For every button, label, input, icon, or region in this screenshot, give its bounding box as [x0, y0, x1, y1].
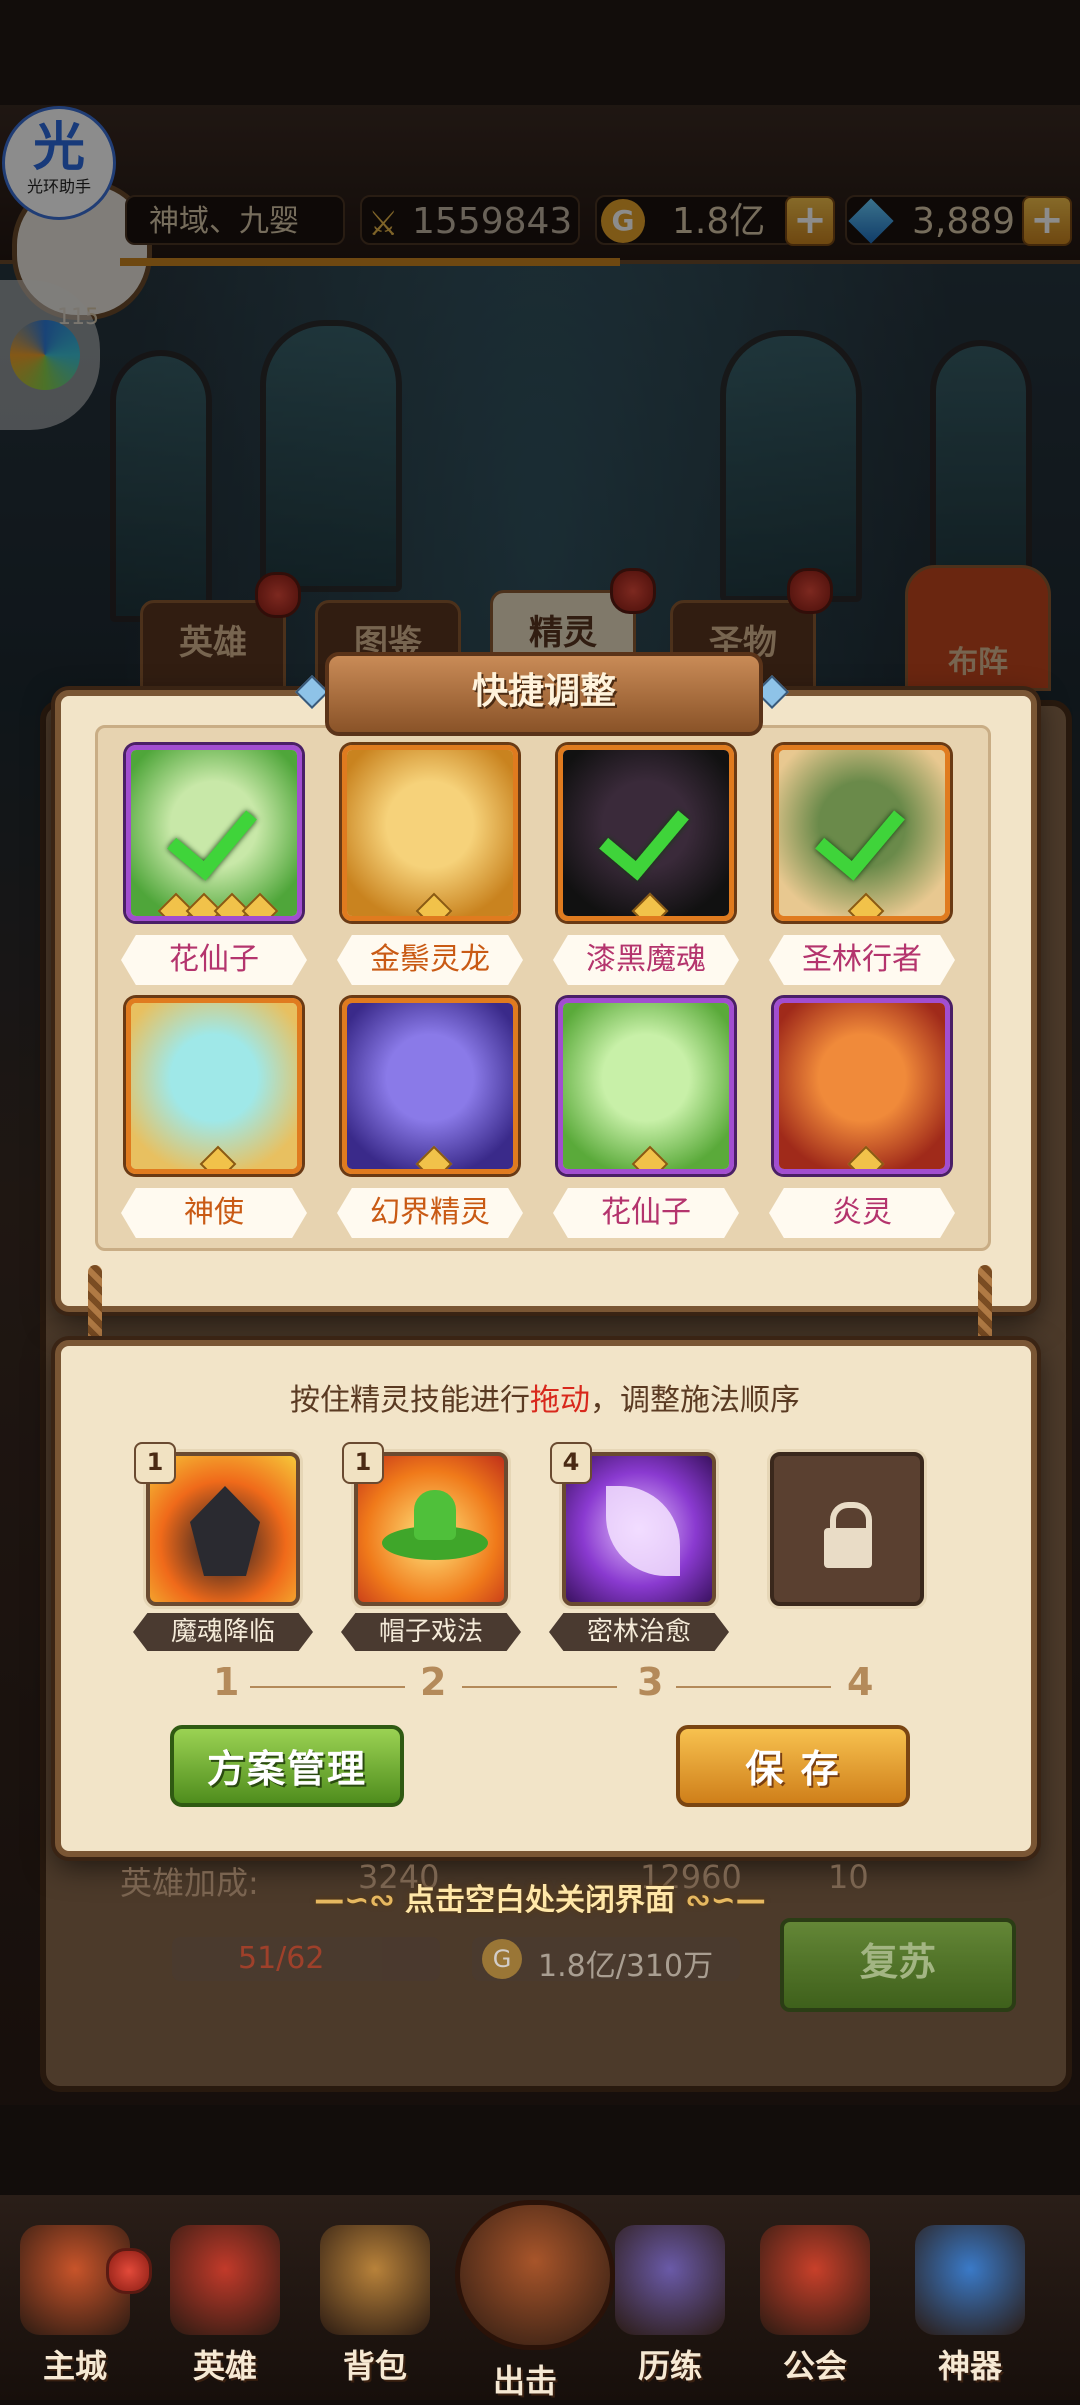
nav-artifact[interactable]: 神器	[900, 2225, 1040, 2405]
save-button[interactable]: 保 存	[676, 1725, 910, 1807]
skill-level-badge: 1	[342, 1442, 384, 1484]
revive-button[interactable]: 复苏	[780, 1918, 1016, 2012]
hero-name: 圣林行者	[769, 935, 955, 985]
hero-portrait[interactable]	[558, 998, 734, 1174]
hero-name: 花仙子	[121, 935, 307, 985]
locked-skill-slot[interactable]	[770, 1452, 924, 1606]
nav-heroes[interactable]: 英雄	[155, 2225, 295, 2405]
hero-portrait[interactable]	[774, 998, 950, 1174]
skill-level-badge: 4	[550, 1442, 592, 1484]
leaf-icon	[606, 1486, 680, 1576]
stamina-bar: 51/62	[172, 1937, 440, 1981]
nav-label: 出击	[492, 2362, 557, 2400]
hero-portrait-art	[563, 1003, 729, 1169]
nav-label: 历练	[637, 2347, 702, 2385]
order-number: 4	[847, 1660, 874, 1704]
nav-backpack[interactable]: 背包	[305, 2225, 445, 2405]
guild-shield-icon	[760, 2225, 870, 2335]
hero-portrait[interactable]	[126, 998, 302, 1174]
cost-value: 1.8亿/310万	[538, 1949, 714, 1984]
order-number: 2	[420, 1660, 447, 1704]
nav-label: 背包	[342, 2347, 407, 2385]
order-number: 1	[213, 1660, 240, 1704]
hero-name: 漆黑魔魂	[553, 935, 739, 985]
order-divider	[250, 1686, 405, 1688]
hero-portrait-art	[779, 1003, 945, 1169]
instruction-suffix: ，调整施法顺序	[590, 1383, 800, 1418]
close-hint: —∽∾ 点击空白处关闭界面 ∾∽—	[0, 1875, 1080, 1919]
close-hint-text: 点击空白处关闭界面	[405, 1883, 675, 1918]
hero-name: 幻界精灵	[337, 1188, 523, 1238]
hero-name: 神使	[121, 1188, 307, 1238]
hero-icon	[170, 2225, 280, 2335]
hero-portrait-art	[347, 750, 513, 916]
hero-name: 金鬃灵龙	[337, 935, 523, 985]
hero-portrait[interactable]	[126, 745, 302, 921]
hero-portrait-art	[347, 1003, 513, 1169]
flourish-left: —∽∾	[314, 1883, 405, 1918]
nav-training[interactable]: 历练	[600, 2225, 740, 2405]
hero-portrait[interactable]	[774, 745, 950, 921]
instruction-prefix: 按住精灵技能进行	[290, 1383, 530, 1418]
lock-icon	[824, 1528, 872, 1568]
skill-order-instruction: 按住精灵技能进行拖动，调整施法顺序	[55, 1375, 1035, 1419]
cost-bar: G 1.8亿/310万	[472, 1937, 740, 1984]
order-divider	[676, 1686, 831, 1688]
nav-label: 神器	[937, 2347, 1002, 2385]
nav-attack[interactable]: 出击	[455, 2200, 615, 2400]
hero-portrait[interactable]	[342, 998, 518, 1174]
crossed-swords-icon	[455, 2200, 615, 2350]
hat-crown	[414, 1490, 456, 1540]
notification-dot	[106, 2248, 152, 2294]
flourish-right: ∾∽—	[675, 1883, 766, 1918]
order-divider	[462, 1686, 617, 1688]
stamina-value: 51/62	[238, 1941, 325, 1976]
instruction-highlight: 拖动	[530, 1383, 590, 1418]
modal-title: 快捷调整	[325, 652, 763, 736]
skill-name: 帽子戏法	[341, 1613, 521, 1651]
demon-mask-icon	[190, 1486, 260, 1576]
skill-name: 魔魂降临	[133, 1613, 313, 1651]
plan-management-button[interactable]: 方案管理	[170, 1725, 404, 1807]
skill-level-badge: 1	[134, 1442, 176, 1484]
skill-name: 密林治愈	[549, 1613, 729, 1651]
order-number: 3	[637, 1660, 664, 1704]
nav-label: 英雄	[192, 2347, 257, 2385]
nav-guild[interactable]: 公会	[745, 2225, 885, 2405]
artifact-icon	[915, 2225, 1025, 2335]
gold-coin-icon: G	[482, 1939, 522, 1979]
hero-name: 炎灵	[769, 1188, 955, 1238]
nav-label: 主城	[42, 2347, 107, 2385]
nav-label: 公会	[782, 2347, 847, 2385]
tower-icon	[615, 2225, 725, 2335]
hero-portrait-art	[131, 1003, 297, 1169]
hero-portrait[interactable]	[558, 745, 734, 921]
hero-portrait[interactable]	[342, 745, 518, 921]
hero-name: 花仙子	[553, 1188, 739, 1238]
backpack-icon	[320, 2225, 430, 2335]
